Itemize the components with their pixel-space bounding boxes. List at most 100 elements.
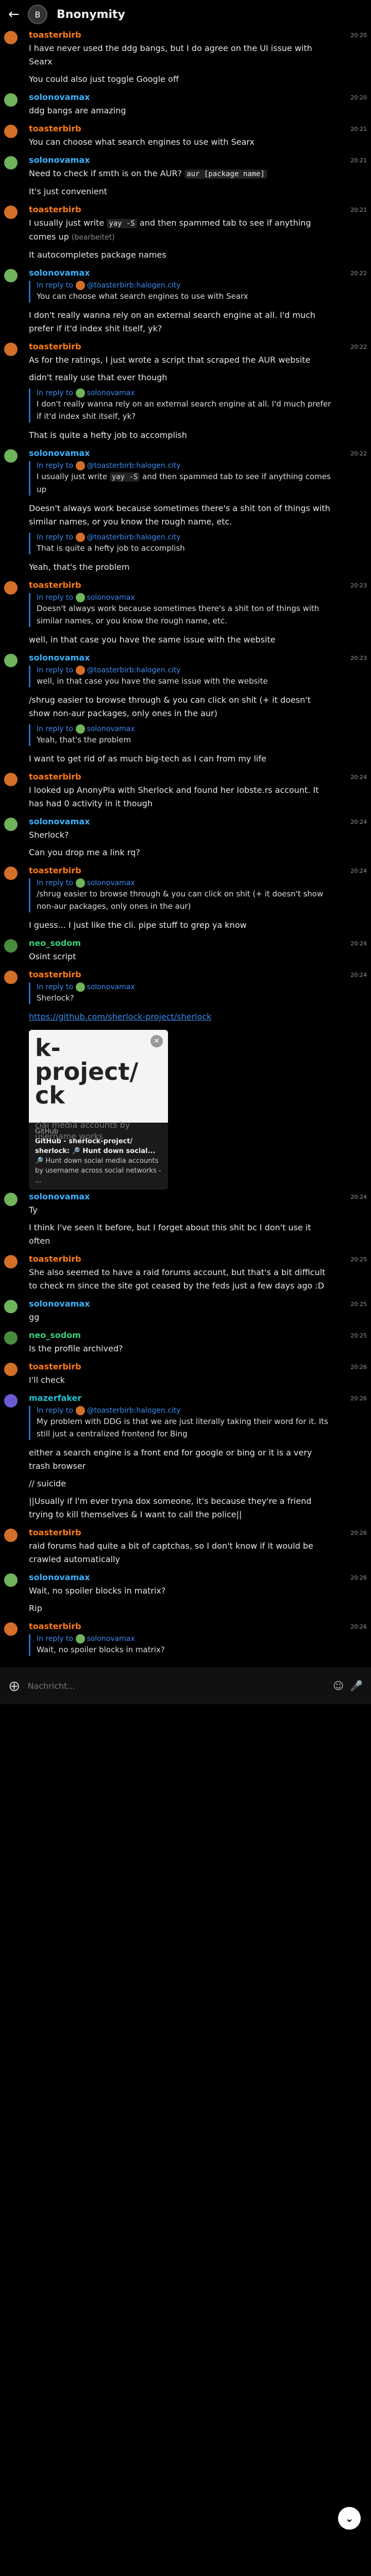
link-preview-card[interactable]: k-project/ ck cial media accounts by user… (29, 1030, 168, 1190)
user-avatar[interactable] (4, 1255, 18, 1268)
reply-quote[interactable]: In reply to @toasterbirb:halogen.city My … (29, 1406, 334, 1440)
user-avatar[interactable] (4, 449, 18, 463)
message[interactable]: toasterbirb I looked up AnonyPla with She… (0, 771, 371, 816)
sender-name[interactable]: toasterbirb (29, 772, 334, 782)
user-avatar[interactable] (4, 269, 18, 282)
back-arrow-icon[interactable]: ← (8, 7, 20, 22)
message[interactable]: solonovamax ddg bangs are amazing 20:20 (0, 91, 371, 123)
message[interactable]: solonovamax In reply to @toasterbirb:halo… (0, 447, 371, 579)
reply-quote[interactable]: In reply to solonovamax/shrug easier to … (29, 878, 334, 912)
user-avatar[interactable] (4, 1622, 18, 1636)
sender-name[interactable]: toasterbirb (29, 970, 334, 979)
message[interactable]: solonovamax Wait, no spoiler blocks in ma… (0, 1571, 371, 1620)
user-avatar[interactable] (4, 1193, 18, 1206)
sender-name[interactable]: toasterbirb (29, 124, 334, 133)
message[interactable]: solonovamax In reply to @toasterbirb:halo… (0, 267, 371, 341)
close-preview-icon[interactable]: ✕ (150, 1035, 163, 1047)
sender-name[interactable]: toasterbirb (29, 1254, 334, 1264)
reply-quote[interactable]: In reply to @toasterbirb:halogen.city Tha… (29, 533, 334, 554)
timestamp: 20:20 (350, 94, 367, 101)
sender-name[interactable]: toasterbirb (29, 866, 334, 875)
attach-plus-icon[interactable]: ⊕ (8, 1677, 20, 1694)
sender-name[interactable]: solonovamax (29, 817, 334, 826)
sender-name[interactable]: solonovamax (29, 653, 334, 663)
sender-name[interactable]: neo_sodom (29, 1330, 334, 1340)
message[interactable]: solonovamax gg 20:25 (0, 1298, 371, 1329)
reply-user: solonovamax (87, 725, 135, 733)
user-avatar[interactable] (4, 818, 18, 831)
message-text: I don't really wanna rely on an external… (29, 310, 316, 333)
user-avatar[interactable] (4, 206, 18, 219)
user-avatar[interactable] (4, 773, 18, 786)
room-title[interactable]: Bnonymity (57, 8, 125, 21)
sender-name[interactable]: toasterbirb (29, 342, 334, 351)
sender-name[interactable]: mazerfaker (29, 1393, 334, 1403)
sender-name[interactable]: toasterbirb (29, 1528, 334, 1537)
link-preview-image: k-project/ ck cial media accounts by user… (29, 1030, 168, 1141)
message[interactable]: toasterbirb I have never used the ddg ban… (0, 29, 371, 91)
message[interactable]: toasterbirb As for the ratings, I just wr… (0, 341, 371, 447)
message[interactable]: solonovamax Ty I think I've seen it before… (0, 1191, 371, 1253)
reply-quote[interactable]: In reply to solonovamax Yeah, that's the … (29, 724, 334, 746)
message[interactable]: toasterbirb She also seemed to have a rai… (0, 1253, 371, 1298)
user-avatar[interactable] (4, 654, 18, 667)
message[interactable]: toasterbirb I'll check 20:26 (0, 1361, 371, 1392)
reply-quote[interactable]: In reply to solonovamax I don't really wa… (29, 388, 334, 422)
message-input[interactable] (26, 1680, 327, 1691)
message[interactable]: toasterbirb In reply to solonovamax Wait, … (0, 1620, 371, 1663)
user-avatar[interactable] (4, 867, 18, 880)
user-avatar[interactable] (4, 31, 18, 44)
sender-name[interactable]: solonovamax (29, 92, 334, 102)
user-avatar[interactable] (4, 581, 18, 595)
reply-quote[interactable]: In reply to solonovamax Doesn't always wo… (29, 593, 334, 627)
reply-quote[interactable]: In reply to solonovamax Wait, no spoiler … (29, 1634, 334, 1656)
user-avatar[interactable] (4, 1573, 18, 1587)
sender-name[interactable]: toasterbirb (29, 1362, 334, 1371)
user-avatar[interactable] (4, 971, 18, 984)
message[interactable]: toasterbirb I usually just write yay -S a… (0, 204, 371, 267)
microphone-icon[interactable]: 🎤 (350, 1680, 363, 1692)
message[interactable]: toasterbirb In reply to solonovamax Sherlo… (0, 969, 371, 1191)
reply-quote[interactable]: In reply to solonovamax Sherlock? (29, 982, 334, 1004)
timestamp: 20:26 (350, 1530, 367, 1536)
user-avatar[interactable] (4, 1300, 18, 1313)
sender-name[interactable]: solonovamax (29, 155, 334, 165)
scroll-to-bottom-button[interactable]: ⌄ (338, 2507, 361, 2530)
user-avatar[interactable] (4, 343, 18, 356)
message-link[interactable]: https://github.com/sherlock-project/sher… (29, 1012, 211, 1022)
room-avatar[interactable]: B (28, 5, 47, 24)
sender-name[interactable]: solonovamax (29, 1299, 334, 1309)
message-text: // suicide (29, 1479, 66, 1488)
sender-name[interactable]: toasterbirb (29, 205, 334, 214)
user-avatar[interactable] (4, 1529, 18, 1542)
message[interactable]: solonovamax In reply to @toasterbirb:halo… (0, 652, 371, 771)
message[interactable]: neo_sodom Is the profile archived? 20:25 (0, 1329, 371, 1361)
message[interactable]: toasterbirb In reply to solonovamax/shrug… (0, 865, 371, 937)
user-avatar[interactable] (4, 156, 18, 170)
sender-name[interactable]: solonovamax (29, 448, 334, 458)
message[interactable]: neo_sodom Osint script 20:24 (0, 937, 371, 969)
user-avatar[interactable] (4, 125, 18, 138)
sender-name[interactable]: solonovamax (29, 1572, 334, 1582)
sender-name[interactable]: solonovamax (29, 268, 334, 278)
message[interactable]: mazerfaker In reply to @toasterbirb:halog… (0, 1392, 371, 1527)
sender-name[interactable]: neo_sodom (29, 938, 334, 948)
message[interactable]: toasterbirb You can choose what search en… (0, 123, 371, 154)
sender-name[interactable]: toasterbirb (29, 1621, 334, 1631)
message[interactable]: solonovamax Need to check if smth is on t… (0, 154, 371, 204)
message[interactable]: solonovamax Sherlock? Can you drop me a li… (0, 816, 371, 865)
sender-name[interactable]: solonovamax (29, 1192, 334, 1201)
user-avatar[interactable] (4, 1394, 18, 1408)
emoji-icon[interactable]: ☺ (333, 1680, 344, 1692)
sender-name[interactable]: toasterbirb (29, 30, 334, 40)
user-avatar[interactable] (4, 1331, 18, 1345)
message[interactable]: toasterbirb raid forums had quite a bit o… (0, 1527, 371, 1571)
user-avatar[interactable] (4, 1363, 18, 1376)
message[interactable]: toasterbirb In reply to solonovamax Doesn'… (0, 579, 371, 652)
reply-quote[interactable]: In reply to @toasterbirb:halogen.city wel… (29, 666, 334, 687)
sender-name[interactable]: toasterbirb (29, 580, 334, 590)
user-avatar[interactable] (4, 939, 18, 953)
reply-quote[interactable]: In reply to @toasterbirb:halogen.city You… (29, 281, 334, 302)
reply-quote[interactable]: In reply to @toasterbirb:halogen.city I u… (29, 461, 334, 496)
user-avatar[interactable] (4, 93, 18, 107)
